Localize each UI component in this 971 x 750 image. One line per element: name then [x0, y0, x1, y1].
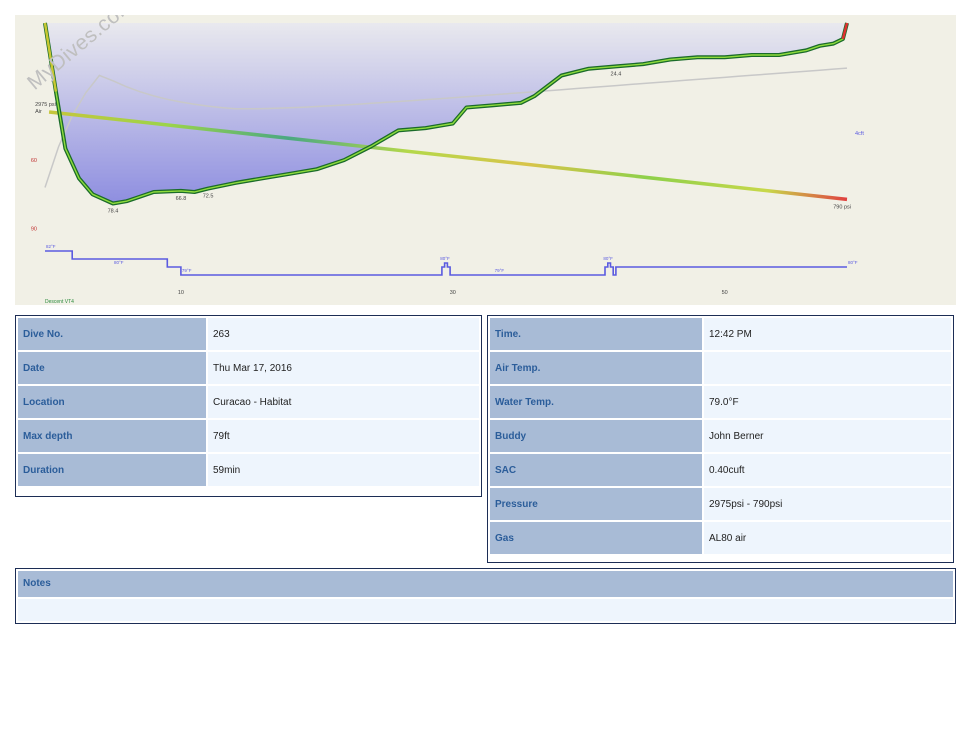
dive-no-value: 263: [208, 318, 479, 350]
duration-label: Duration: [18, 454, 206, 486]
table-row: Duration 59min: [18, 454, 479, 486]
dive-info-table: Dive No. 263 Date Thu Mar 17, 2016 Locat…: [16, 316, 481, 488]
time-tick-label: 50: [722, 290, 728, 296]
table-row: Pressure 2975psi - 790psi: [490, 488, 951, 520]
pressure-end-label: 790 psi: [833, 204, 851, 210]
depth-data-label: 66.8: [176, 196, 187, 202]
buddy-value: John Berner: [704, 420, 951, 452]
duration-value: 59min: [208, 454, 479, 486]
buddy-label: Buddy: [490, 420, 702, 452]
ndl-label: 4cft: [855, 131, 864, 137]
air-temp-label: Air Temp.: [490, 352, 702, 384]
time-tick-label: 30: [450, 290, 456, 296]
device-label: Descent VT4: [45, 299, 74, 305]
notes-label: Notes: [18, 571, 953, 597]
temperature-data-label: 80°F: [603, 256, 613, 261]
dive-conditions-table: Time. 12:42 PM Air Temp. Water Temp. 79.…: [488, 316, 953, 556]
temperature-data-label: 79°F: [495, 268, 505, 273]
table-row: Buddy John Berner: [490, 420, 951, 452]
table-row: Location Curacao - Habitat: [18, 386, 479, 418]
depth-tick-label: 60: [31, 158, 37, 164]
location-label: Location: [18, 386, 206, 418]
dive-profile-chart: 2975 psi Air 790 psi 78.4 66.8 72.5 24.4 4cft 82…: [15, 15, 956, 305]
dive-no-label: Dive No.: [18, 318, 206, 350]
sac-value: 0.40cuft: [704, 454, 951, 486]
location-value: Curacao - Habitat: [208, 386, 479, 418]
depth-data-label: 72.5: [203, 194, 214, 200]
table-row: Time. 12:42 PM: [490, 318, 951, 350]
time-tick-label: 10: [178, 290, 184, 296]
water-temp-label: Water Temp.: [490, 386, 702, 418]
depth-tick-label: 90: [31, 227, 37, 233]
gas-value: AL80 air: [704, 522, 951, 554]
table-row: Date Thu Mar 17, 2016: [18, 352, 479, 384]
table-row: Gas AL80 air: [490, 522, 951, 554]
table-row: Dive No. 263: [18, 318, 479, 350]
gas-label: Air: [35, 109, 42, 115]
temperature-data-label: 82°F: [46, 244, 56, 249]
max-depth-label: Max depth: [18, 420, 206, 452]
depth-data-label: 24.4: [611, 71, 622, 77]
depth-area-fill: [45, 23, 847, 204]
table-row: Air Temp.: [490, 352, 951, 384]
date-label: Date: [18, 352, 206, 384]
notes-value: [18, 599, 953, 621]
temperature-line: [45, 250, 847, 276]
pressure-label: Pressure: [490, 488, 702, 520]
dive-conditions-panel: Time. 12:42 PM Air Temp. Water Temp. 79.…: [487, 315, 954, 563]
temperature-data-label: 79°F: [182, 268, 192, 273]
temperature-data-label: 80°F: [114, 260, 124, 265]
time-label: Time.: [490, 318, 702, 350]
table-row: SAC 0.40cuft: [490, 454, 951, 486]
dive-info-panel: Dive No. 263 Date Thu Mar 17, 2016 Locat…: [15, 315, 482, 497]
depth-data-label: 78.4: [108, 208, 119, 214]
date-value: Thu Mar 17, 2016: [208, 352, 479, 384]
table-row: Max depth 79ft: [18, 420, 479, 452]
temperature-data-label: 80°F: [440, 256, 450, 261]
max-depth-value: 79ft: [208, 420, 479, 452]
time-value: 12:42 PM: [704, 318, 951, 350]
sac-label: SAC: [490, 454, 702, 486]
gas-label: Gas: [490, 522, 702, 554]
dive-profile-svg: 2975 psiAir 790 psi 78.4 66.8 72.5 24.4 4cft 82…: [31, 22, 864, 305]
water-temp-value: 79.0°F: [704, 386, 951, 418]
notes-panel: Notes: [15, 568, 956, 624]
table-row: Water Temp. 79.0°F: [490, 386, 951, 418]
pressure-start-label: 2975 psi: [35, 102, 56, 108]
air-temp-value: [704, 352, 951, 384]
pressure-value: 2975psi - 790psi: [704, 488, 951, 520]
temperature-data-label: 80°F: [848, 260, 858, 265]
